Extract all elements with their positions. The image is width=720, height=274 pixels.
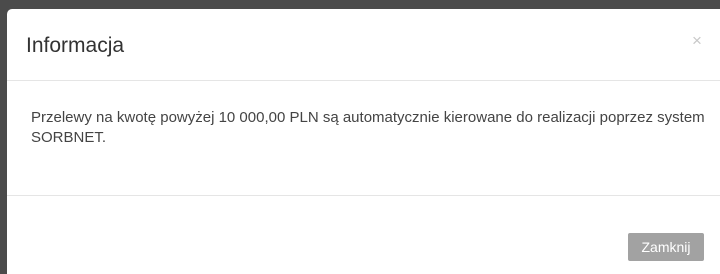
close-icon[interactable]: × (689, 31, 705, 51)
dialog-header: Informacja × (7, 9, 720, 81)
close-button[interactable]: Zamknij (628, 233, 704, 261)
dialog-body: Przelewy na kwotę powyżej 10 000,00 PLN … (7, 81, 720, 196)
dialog-footer: Zamknij (7, 196, 720, 274)
dialog-message: Przelewy na kwotę powyżej 10 000,00 PLN … (31, 109, 705, 146)
info-dialog: Informacja × Przelewy na kwotę powyżej 1… (7, 9, 720, 274)
dialog-title: Informacja (26, 34, 125, 57)
